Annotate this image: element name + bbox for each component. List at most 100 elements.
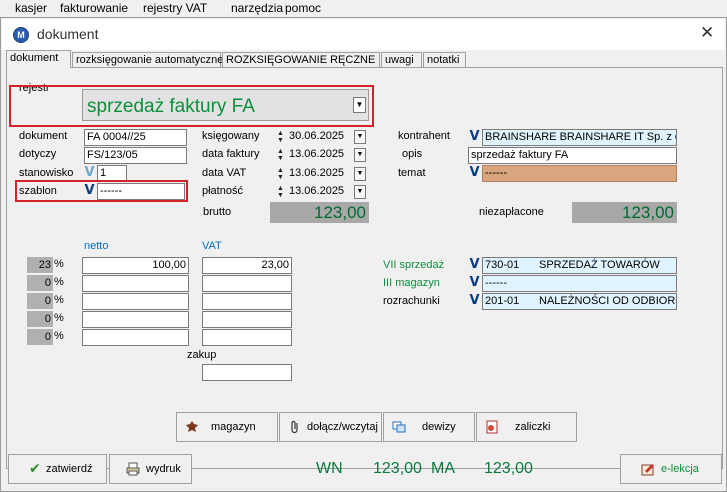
platnosc-label: płatność (202, 185, 243, 197)
data-faktury-spin-icon[interactable]: ▲ ▼ (277, 148, 286, 162)
dolacz-wczytaj-button-label: dołącz/wczytaj (307, 421, 378, 433)
gear-icon (186, 421, 198, 432)
netto-field[interactable]: 100,00 (82, 257, 189, 274)
wydruk-button[interactable]: wydruk (109, 454, 192, 484)
menu-rejestry-vat[interactable]: rejestry VAT (143, 1, 207, 15)
temat-v-icon[interactable]: V (468, 165, 481, 181)
pencil-book-icon (641, 464, 654, 476)
zaliczki-button[interactable]: zaliczki (476, 412, 577, 442)
netto-field[interactable] (82, 311, 189, 328)
tab-rozksiegowanie-automatyczne[interactable]: rozksięgowanie automatyczne (72, 52, 223, 67)
vat-rate-cell[interactable]: 0 (27, 293, 53, 309)
netto-field[interactable] (82, 293, 189, 310)
dolacz-wczytaj-button[interactable]: dołącz/wczytaj (279, 412, 382, 442)
dotyczy-field[interactable]: FS/123/05 (84, 147, 187, 164)
sprzedaz-account-field[interactable]: 730-01 SPRZEDAŻ TOWARÓW (482, 257, 677, 274)
vat-field[interactable]: 23,00 (202, 257, 292, 274)
opis-label: opis (402, 148, 423, 160)
dotyczy-label: dotyczy (19, 148, 57, 160)
percent-sign: % (54, 312, 64, 324)
vat-rate-cell[interactable]: 0 (27, 329, 53, 345)
magazyn-v-icon[interactable]: V (468, 275, 481, 291)
ksiegowany-spin-icon[interactable]: ▲ ▼ (277, 130, 286, 144)
zatwierdz-button[interactable]: ✔ zatwierdź (8, 454, 107, 484)
vat-field[interactable] (202, 293, 292, 310)
szablon-highlight (15, 180, 188, 202)
netto-field[interactable] (82, 329, 189, 346)
data-vat-date[interactable]: 13.06.2025 (289, 167, 344, 179)
vat-rate-cell[interactable]: 23 (27, 257, 53, 273)
sprzedaz-account-code: 730-01 (485, 259, 520, 271)
percent-sign: % (54, 294, 64, 306)
menu-kasjer[interactable]: kasjer (15, 1, 47, 15)
ksiegowany-label: księgowany (202, 130, 260, 142)
platnosc-date[interactable]: 13.06.2025 (289, 185, 344, 197)
paperclip-icon (291, 420, 298, 434)
netto-field[interactable] (82, 275, 189, 292)
data-faktury-label: data faktury (202, 148, 260, 160)
niezaplacone-value: 123,00 (572, 202, 677, 223)
window-title: dokument (37, 26, 99, 42)
kontrahent-v-icon[interactable]: V (468, 129, 481, 145)
magazyn-account-field[interactable]: ------ (482, 275, 677, 292)
title-bar: M dokument ✕ (2, 19, 725, 50)
vat-rate-cell[interactable]: 0 (27, 311, 53, 327)
opis-field[interactable]: sprzedaż faktury FA (468, 147, 677, 164)
rozrachunki-account-field[interactable]: 201-01 NALEŻNOŚCI OD ODBIORC (482, 293, 677, 310)
dewizy-button[interactable]: dewizy (383, 412, 475, 442)
kontrahent-label: kontrahent (398, 130, 450, 142)
platnosc-spin-icon[interactable]: ▲ ▼ (277, 185, 286, 199)
zakup-label: zakup (187, 349, 217, 361)
tab-dokument[interactable]: dokument (6, 50, 71, 68)
ksiegowany-calendar-button[interactable]: ▼ (354, 130, 366, 144)
wydruk-button-label: wydruk (146, 463, 181, 475)
wn-label: WN (316, 460, 343, 477)
data-vat-label: data VAT (202, 167, 247, 179)
e-lekcja-button[interactable]: e-lekcja (620, 454, 722, 484)
menu-narzedzia[interactable]: narzędzia (231, 1, 283, 15)
kontrahent-field[interactable]: BRAINSHARE BRAINSHARE IT Sp. z o (482, 129, 677, 146)
percent-sign: % (54, 258, 64, 270)
e-lekcja-button-label: e-lekcja (661, 463, 699, 475)
vat-field[interactable] (202, 275, 292, 292)
data-vat-spin-icon[interactable]: ▲ ▼ (277, 167, 286, 181)
rozrachunki-v-icon[interactable]: V (468, 293, 481, 309)
zakup-field[interactable] (202, 364, 292, 381)
ksiegowany-date[interactable]: 30.06.2025 (289, 130, 344, 142)
tab-rozksiegowanie-reczne[interactable]: ROZKSIĘGOWANIE RĘCZNE (222, 52, 380, 67)
tab-uwagi[interactable]: uwagi (381, 52, 422, 67)
close-icon[interactable]: ✕ (700, 23, 714, 43)
stanowisko-v-icon[interactable]: V (83, 165, 96, 181)
vat-field[interactable] (202, 311, 292, 328)
dewizy-button-label: dewizy (422, 421, 456, 433)
magazyn-label: III magazyn (383, 277, 440, 289)
sprzedaz-label: VII sprzedaż (383, 259, 445, 271)
platnosc-calendar-button[interactable]: ▼ (354, 185, 366, 199)
menu-pomoc[interactable]: pomoc (285, 1, 321, 15)
rozrachunki-account-code: 201-01 (485, 295, 520, 307)
vat-header: VAT (202, 240, 222, 252)
percent-sign: % (54, 276, 64, 288)
dokument-number-field[interactable]: FA 0004//25 (84, 129, 187, 146)
tab-notatki[interactable]: notatki (423, 52, 466, 67)
menu-fakturowanie[interactable]: fakturowanie (60, 1, 128, 15)
app-logo-icon: M (13, 27, 29, 43)
magazyn-button[interactable]: magazyn (176, 412, 278, 442)
ma-value: 123,00 (484, 460, 533, 477)
data-faktury-date[interactable]: 13.06.2025 (289, 148, 344, 160)
temat-field[interactable]: ------ (482, 165, 677, 182)
dokument-window: M dokument ✕ dokument rozksięgowanie aut… (0, 17, 727, 492)
vat-field[interactable] (202, 329, 292, 346)
sprzedaz-v-icon[interactable]: V (468, 257, 481, 273)
menu-bar: kasjer fakturowanie rejestry VAT narzędz… (0, 0, 727, 17)
rozrachunki-account-name: NALEŻNOŚCI OD ODBIORC (539, 295, 677, 307)
rozrachunki-label: rozrachunki (383, 295, 440, 307)
data-faktury-calendar-button[interactable]: ▼ (354, 148, 366, 162)
vat-rate-cell[interactable]: 0 (27, 275, 53, 291)
dokument-panel: rejestr sprzedaż faktury FA ▼ dokument F… (6, 67, 723, 469)
data-vat-calendar-button[interactable]: ▼ (354, 167, 366, 181)
brutto-value: 123,00 (270, 202, 369, 223)
zaliczki-button-label: zaliczki (515, 421, 551, 433)
temat-label: temat (398, 167, 426, 179)
magazyn-button-label: magazyn (211, 421, 256, 433)
